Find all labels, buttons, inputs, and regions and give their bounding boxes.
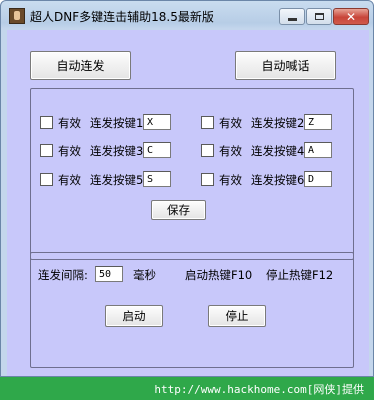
key4-input[interactable]: A [304, 142, 332, 158]
close-icon: ✕ [345, 9, 357, 24]
start-hotkey-label: 启动热键F10 [185, 268, 253, 282]
stop-hotkey-label: 停止热键F12 [266, 268, 334, 282]
key2-input[interactable]: Z [304, 114, 332, 130]
auto-shout-button[interactable]: 自动喊话 [235, 51, 336, 80]
window-title: 超人DNF多键连击辅助18.5最新版 [30, 10, 214, 24]
minimize-button[interactable] [279, 8, 305, 25]
key6-enabled-label: 有效 [219, 173, 242, 187]
interval-input[interactable]: 50 [95, 266, 123, 282]
key5-input[interactable]: S [143, 171, 171, 187]
title-bar[interactable]: 超人DNF多键连击辅助18.5最新版 ✕ [1, 1, 373, 29]
close-button[interactable]: ✕ [333, 8, 369, 25]
key2-enabled-checkbox[interactable] [201, 116, 214, 129]
key1-label: 连发按键1 [90, 116, 144, 130]
key3-label: 连发按键3 [90, 144, 144, 158]
key6-input[interactable]: D [304, 171, 332, 187]
client-area: 自动连发 自动喊话 有效 连发按键1 X 有效 连发按键2 Z 有效 连发按键3… [7, 30, 369, 376]
maximize-icon [314, 13, 324, 20]
interval-label: 连发间隔: [38, 268, 88, 282]
key1-enabled-label: 有效 [58, 116, 81, 130]
key2-label: 连发按键2 [251, 116, 305, 130]
key5-enabled-label: 有效 [58, 173, 81, 187]
key3-enabled-checkbox[interactable] [40, 144, 53, 157]
maximize-button[interactable] [306, 8, 332, 25]
footer-bar: http://www.hackhome.com[网侠]提供 [0, 377, 374, 400]
interval-unit: 毫秒 [133, 268, 156, 282]
key-settings-group: 有效 连发按键1 X 有效 连发按键2 Z 有效 连发按键3 C 有效 连发按键… [30, 88, 354, 260]
control-group: 连发间隔: 50 毫秒 启动热键F10 停止热键F12 启动 停止 [30, 252, 354, 368]
key1-enabled-checkbox[interactable] [40, 116, 53, 129]
key4-enabled-label: 有效 [219, 144, 242, 158]
key1-input[interactable]: X [143, 114, 171, 130]
stop-button[interactable]: 停止 [208, 305, 266, 327]
key6-enabled-checkbox[interactable] [201, 173, 214, 186]
key5-enabled-checkbox[interactable] [40, 173, 53, 186]
minimize-icon [287, 18, 297, 21]
key3-enabled-label: 有效 [58, 144, 81, 158]
key5-label: 连发按键5 [90, 173, 144, 187]
key4-enabled-checkbox[interactable] [201, 144, 214, 157]
key3-input[interactable]: C [143, 142, 171, 158]
app-window: 超人DNF多键连击辅助18.5最新版 ✕ 自动连发 自动喊话 有效 连发按键1 … [0, 0, 374, 377]
auto-fire-button[interactable]: 自动连发 [30, 51, 131, 80]
app-icon [9, 8, 25, 24]
key2-enabled-label: 有效 [219, 116, 242, 130]
key6-label: 连发按键6 [251, 173, 305, 187]
footer-credit: http://www.hackhome.com[网侠]提供 [154, 383, 364, 396]
start-button[interactable]: 启动 [105, 305, 163, 327]
save-button[interactable]: 保存 [151, 200, 206, 220]
key4-label: 连发按键4 [251, 144, 305, 158]
